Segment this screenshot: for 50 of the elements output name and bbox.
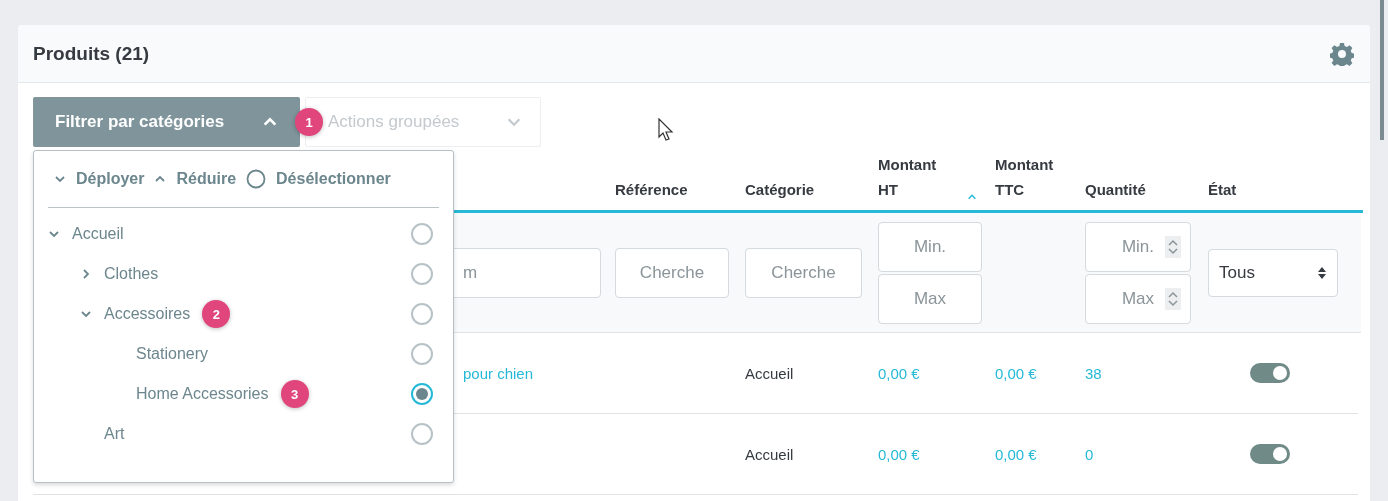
product-link[interactable]: pour chien (463, 364, 534, 382)
table-cell: Accueil (745, 445, 794, 463)
filter-button[interactable]: Filtrer par catégories (33, 97, 300, 147)
table-cell: 38 (1085, 364, 1102, 382)
column-header[interactable]: Catégorie (745, 177, 815, 202)
column-header[interactable]: Quantité (1085, 177, 1146, 202)
category-label[interactable]: Art (104, 425, 125, 443)
column-header[interactable]: Montant TTC (995, 152, 1067, 202)
search-field[interactable]: Cherche (745, 247, 862, 298)
mouse-pointer-icon (658, 118, 674, 142)
dropdown-action[interactable]: Désélectionner (246, 169, 401, 189)
min-field[interactable]: Min. (1085, 221, 1191, 272)
settings-icon[interactable] (1330, 41, 1354, 66)
column-header[interactable]: État (1208, 177, 1237, 202)
column-header[interactable]: Montant HT (878, 152, 958, 202)
table-cell: Accueil (745, 364, 794, 382)
table-cell: 0,00 € (995, 445, 1037, 463)
spinner-icon[interactable] (1165, 235, 1181, 258)
category-radio[interactable] (411, 423, 433, 445)
category-radio[interactable] (411, 303, 433, 325)
category-label[interactable]: Stationery (136, 345, 209, 363)
table-cell: 0,00 € (878, 445, 920, 463)
min-field[interactable]: Min. (878, 221, 982, 272)
sort-arrows-icon (1317, 265, 1327, 280)
status-select[interactable]: Tous (1208, 248, 1338, 297)
category-radio[interactable] (411, 343, 433, 365)
category-label[interactable]: Clothes (104, 265, 159, 283)
panel-title: Produits (21) (33, 42, 150, 65)
table-cell: 0,00 € (878, 364, 920, 382)
category-label[interactable]: Accueil (72, 225, 124, 243)
step-badge: 3 (280, 380, 309, 408)
status-toggle[interactable] (1250, 444, 1290, 464)
column-header[interactable]: Référence (615, 177, 688, 202)
spinner-icon[interactable] (1165, 287, 1181, 310)
table-cell: 0,00 € (995, 364, 1037, 382)
category-label[interactable]: Home Accessories (136, 385, 269, 403)
dropdown-action[interactable]: Réduire (154, 170, 247, 188)
category-label[interactable]: Accessoires (104, 305, 191, 323)
table-cell: 0 (1085, 445, 1094, 463)
dropdown-action[interactable]: Déployer (54, 170, 155, 188)
status-toggle[interactable] (1250, 363, 1290, 383)
max-field[interactable]: Max (878, 273, 982, 324)
radio-circle-icon (246, 169, 267, 189)
category-radio[interactable] (411, 263, 433, 285)
step-badge: 2 (202, 300, 231, 328)
category-radio[interactable] (411, 383, 433, 405)
max-field[interactable]: Max (1085, 273, 1191, 324)
category-radio[interactable] (411, 223, 433, 245)
search-field[interactable]: Cherche (615, 247, 729, 298)
chevron-down-icon (54, 173, 66, 185)
